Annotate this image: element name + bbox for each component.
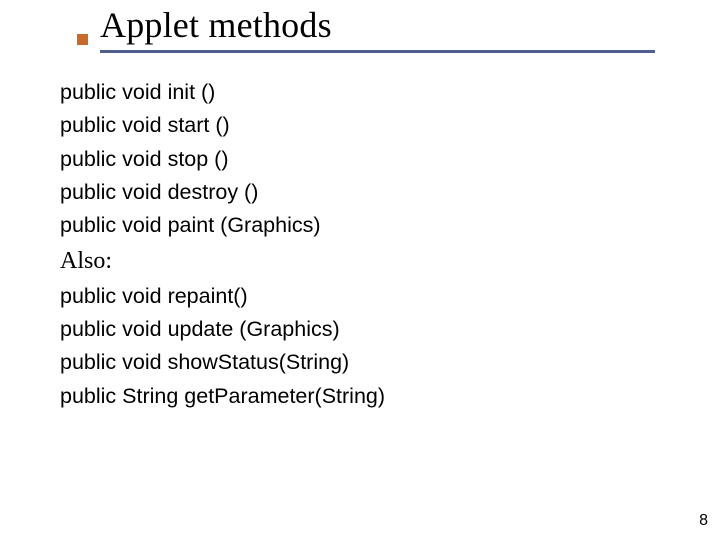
method-line: public void stop () <box>60 143 660 176</box>
method-line: public void update (Graphics) <box>60 313 660 346</box>
method-line: public void start () <box>60 109 660 142</box>
slide-title: Applet methods <box>100 6 660 46</box>
method-line: public void repaint() <box>60 280 660 313</box>
title-block: Applet methods <box>100 6 660 53</box>
method-line: public void init () <box>60 76 660 109</box>
page-number: 8 <box>699 512 708 530</box>
slide: Applet methods public void init () publi… <box>0 0 720 540</box>
title-underline <box>100 50 655 53</box>
method-line: public String getParameter(String) <box>60 380 660 413</box>
title-accent-square <box>77 34 88 45</box>
slide-body: public void init () public void start ()… <box>60 76 660 413</box>
method-line: public void paint (Graphics) <box>60 209 660 242</box>
method-line: public void showStatus(String) <box>60 346 660 379</box>
also-label: Also: <box>60 243 660 280</box>
method-line: public void destroy () <box>60 176 660 209</box>
